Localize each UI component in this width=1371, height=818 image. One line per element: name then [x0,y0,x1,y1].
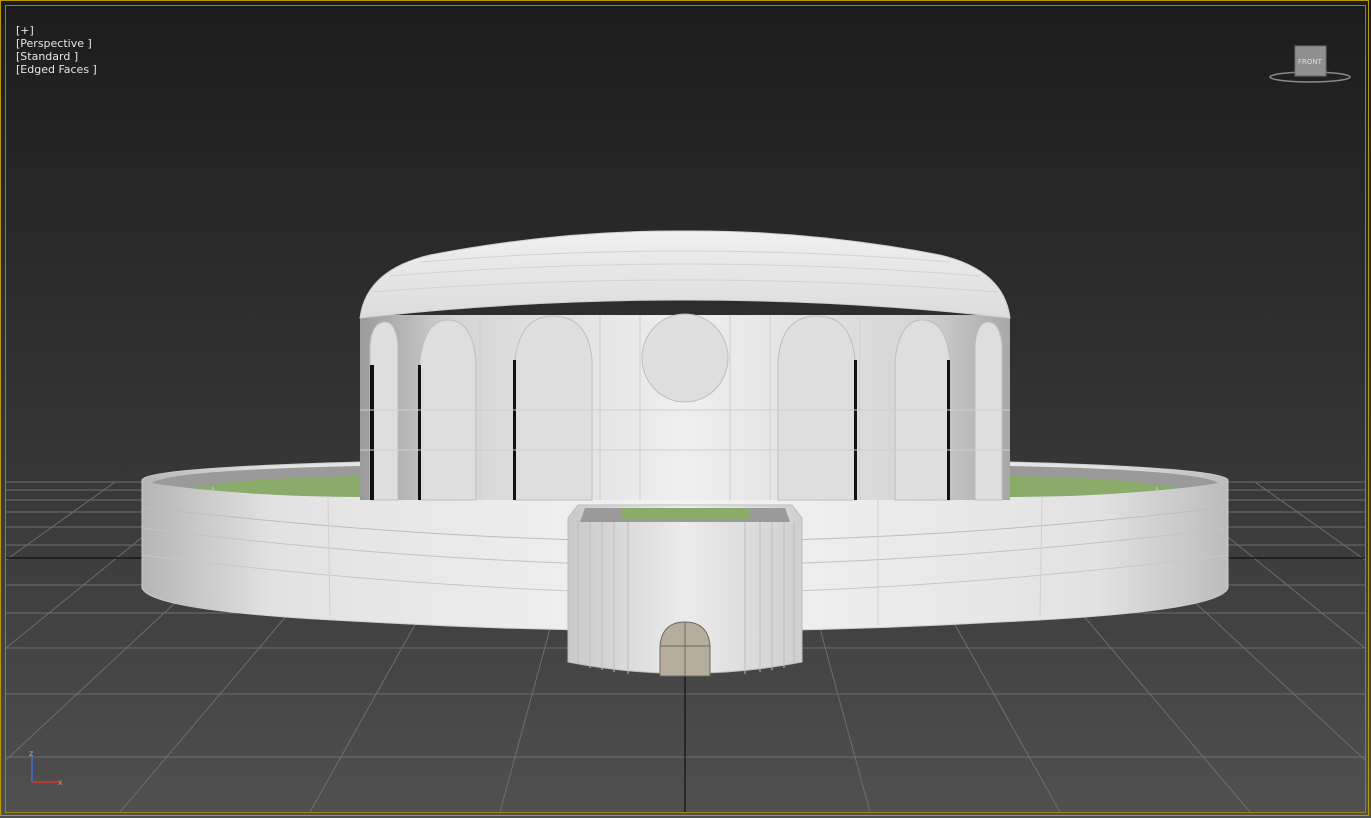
viewport-edges-menu[interactable]: [Edged Faces ] [16,63,97,76]
rotunda-building [359,230,1011,501]
viewport-label-menu: [+] [Perspective ] [Standard ] [Edged Fa… [9,11,97,76]
axis-tripod: z x [29,749,63,787]
viewport-shading-menu[interactable]: [Standard ] [16,50,78,63]
viewport-general-menu[interactable]: [+] [16,24,34,37]
viewport-scene[interactable] [0,0,1371,818]
x-axis-label: x [58,778,63,787]
viewcube-face-label: FRONT [1298,58,1323,66]
viewport-point-of-view-menu[interactable]: [Perspective ] [16,37,92,50]
viewcube[interactable]: FRONT [1268,44,1353,86]
entrance-tower [567,504,803,677]
z-axis-label: z [29,749,33,758]
